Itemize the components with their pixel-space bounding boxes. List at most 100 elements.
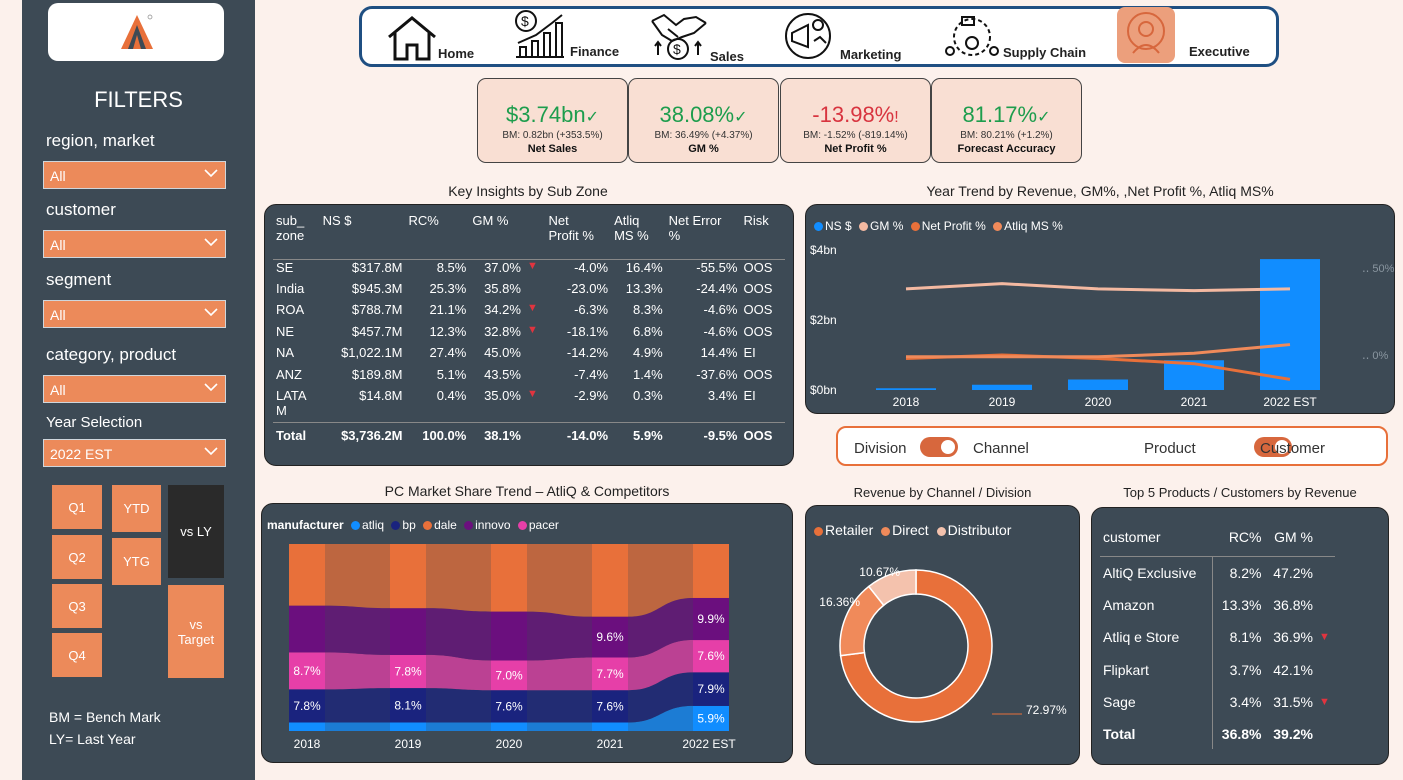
ytd-button[interactable]: YTD [112, 485, 161, 532]
q4-button[interactable]: Q4 [52, 633, 102, 677]
region-dropdown[interactable]: All [43, 161, 226, 189]
table-cell: India [276, 280, 305, 296]
q2-button[interactable]: Q2 [52, 535, 102, 579]
x-tick-label: 2020 [496, 737, 523, 751]
table-row[interactable]: LATA M $14.8M 0.4% 35.0% ▼ -2.9% 0.3% 3.4% EI [273, 388, 785, 422]
total-cell: 36.8% [1211, 718, 1265, 749]
total-cell: -14.0% [566, 427, 609, 443]
arrow-column-header [523, 213, 546, 260]
column-header[interactable]: Net Profit % [545, 213, 612, 260]
bar-segment-dale [491, 544, 527, 612]
table-cell: 13.3% [1211, 588, 1265, 621]
filter-label-customer: customer [46, 200, 116, 219]
q3-button[interactable]: Q3 [52, 584, 102, 628]
x-tick-label: 2018 [893, 395, 920, 409]
ns-bar [1068, 379, 1128, 390]
column-header[interactable]: RC% [405, 213, 470, 260]
table-row[interactable]: India $945.3M 25.3% 35.8% -23.0% 13.3% -24.4% O… [273, 281, 785, 303]
table-cell: 31.5% [1273, 694, 1313, 711]
vs-target-button[interactable]: vs Target [168, 585, 224, 678]
insights-panel: sub_ zone NS $ RC% GM % Net Profit % Atliq MS… [264, 204, 794, 466]
table-cell: EI [743, 388, 756, 403]
table-cell: -18.1% [566, 323, 609, 339]
customer-dropdown[interactable]: All [43, 230, 226, 258]
check-icon: ✓ [1037, 109, 1051, 126]
column-header[interactable]: GM % [469, 213, 524, 260]
table-row[interactable]: NA $1,022.1M 27.4% 45.0% -14.2% 4.9% 14.4% EI [273, 345, 785, 367]
table-cell: 42.1% [1273, 661, 1313, 678]
division-channel-toggle[interactable] [920, 437, 958, 457]
chevron-down-icon [204, 238, 218, 247]
nav-finance-label: Finance [570, 44, 620, 59]
data-label: 7.8% [293, 699, 321, 713]
table-row[interactable]: Atliq e Store 8.1% 36.9% ▼ [1100, 621, 1335, 654]
down-arrow-icon: ▼ [526, 259, 538, 272]
data-label: 7.7% [596, 667, 624, 681]
q1-button[interactable]: Q1 [52, 485, 102, 529]
column-header[interactable]: NS $ [319, 213, 406, 260]
table-cell: $189.8M [351, 366, 403, 382]
channel-title: Revenue by Channel / Division [853, 485, 1032, 500]
table-row[interactable]: SE $317.8M 8.5% 37.0% ▼ -4.0% 16.4% -55.5% OOS [273, 259, 785, 281]
column-header[interactable]: Net Error % [665, 213, 741, 260]
legend-dot [814, 222, 823, 231]
nav-home[interactable]: Home [386, 13, 486, 63]
table-row[interactable]: ROA $788.7M 21.1% 34.2% ▼ -6.3% 8.3% -4.6% OOS [273, 302, 785, 324]
filter-label-region: region, market [46, 131, 155, 150]
atliq-logo-icon [121, 14, 153, 49]
nav-finance[interactable]: $ Finance [512, 9, 627, 64]
total-cell: 5.9% [633, 427, 663, 443]
table-row[interactable]: ANZ $189.8M 5.1% 43.5% -7.4% 1.4% -37.6% OOS [273, 367, 785, 389]
column-header[interactable]: customer [1100, 518, 1212, 556]
legend-dot [517, 521, 527, 530]
column-header[interactable]: Atliq MS % [611, 213, 666, 260]
table-cell: 0.4% [436, 388, 467, 403]
table-cell: $14.8M [359, 388, 403, 403]
legend-dot [423, 521, 433, 530]
data-label: 9.6% [596, 630, 624, 644]
toggle-bar: Division Channel Product Customer [836, 426, 1388, 466]
toggle-customer-label: Customer [1260, 440, 1326, 457]
nav-sales-label: Sales [710, 49, 744, 64]
legend-bp: bp [402, 518, 416, 532]
table-cell: 8.5% [436, 259, 467, 275]
year-dropdown[interactable]: 2022 EST [43, 439, 226, 467]
category-dropdown[interactable]: All [43, 375, 226, 403]
table-row[interactable]: AltiQ Exclusive 8.2% 47.2% [1100, 556, 1335, 589]
nav-marketing[interactable]: Marketing [782, 9, 912, 64]
total-cell: 100.0% [422, 427, 467, 443]
table-row[interactable]: Amazon 13.3% 36.8% [1100, 588, 1335, 621]
column-header[interactable]: RC% [1212, 518, 1264, 556]
slice-label: 16.36% [819, 595, 860, 609]
x-tick-label: 2019 [395, 737, 422, 751]
segment-value: All [50, 307, 66, 323]
table-row[interactable]: Flipkart 3.7% 42.1% [1100, 653, 1335, 686]
market-panel: manufacturer atliq bp dale innovo pacer … [261, 503, 793, 763]
table-cell: -4.6% [703, 323, 738, 339]
table-cell: 1.4% [633, 366, 663, 382]
y-tick-label: $0bn [810, 383, 837, 397]
table-cell: 8.1% [1211, 621, 1265, 654]
nav-supply-chain[interactable]: Supply Chain [944, 9, 1094, 64]
ribbon-dale [527, 544, 592, 617]
vs-ly-button[interactable]: vs LY [168, 485, 224, 578]
table-cell: NE [276, 323, 295, 339]
table-cell: 4.9% [633, 345, 663, 360]
y-tick-label: $4bn [810, 243, 837, 257]
table-row[interactable]: NE $457.7M 12.3% 32.8% ▼ -18.1% 6.8% -4.6% OOS [273, 324, 785, 346]
table-cell: 5.1% [436, 366, 467, 382]
table-row[interactable]: Sage 3.4% 31.5% ▼ [1100, 686, 1335, 719]
nav-executive-label: Executive [1189, 44, 1250, 59]
ytg-button[interactable]: YTG [112, 538, 161, 585]
ribbon-innovo [426, 608, 491, 661]
segment-dropdown[interactable]: All [43, 300, 226, 328]
column-header[interactable]: sub_ zone [273, 213, 320, 260]
nav-executive[interactable]: Executive [1117, 7, 1257, 65]
chevron-down-icon [204, 383, 218, 392]
arrow-column-header [1316, 518, 1335, 556]
column-header[interactable]: GM % [1264, 518, 1315, 556]
table-cell: 35.8% [484, 280, 521, 296]
nav-sales[interactable]: $ Sales [650, 9, 760, 64]
table-cell: -14.2% [566, 345, 609, 360]
column-header[interactable]: Risk [740, 213, 785, 260]
